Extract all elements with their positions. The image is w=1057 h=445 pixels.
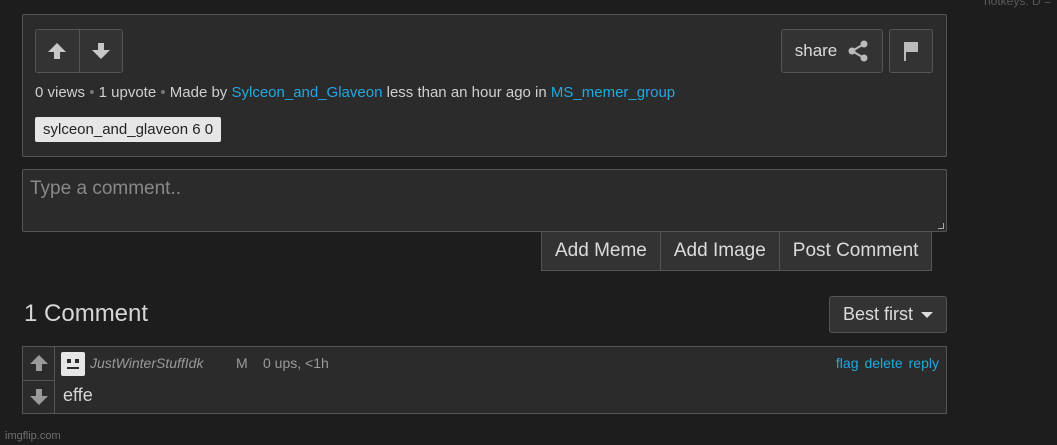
- add-meme-button[interactable]: Add Meme: [541, 231, 661, 271]
- stream-link[interactable]: MS_memer_group: [551, 84, 675, 101]
- comment-links: flag delete reply: [836, 355, 939, 371]
- sort-dropdown[interactable]: Best first: [829, 296, 947, 333]
- comment-stats: 0 ups, <1h: [263, 355, 329, 371]
- comment-input[interactable]: Type a comment..: [22, 169, 947, 232]
- upvote-button[interactable]: [36, 30, 79, 72]
- share-button[interactable]: share: [781, 29, 883, 73]
- arrow-down-icon: [91, 43, 110, 59]
- avatar[interactable]: [61, 352, 85, 376]
- comment-actions: Add Meme Add Image Post Comment: [541, 231, 933, 271]
- author-link[interactable]: Sylceon_and_Glaveon: [231, 84, 382, 101]
- comment-vote-group: [23, 347, 55, 413]
- arrow-up-icon: [29, 355, 48, 372]
- made-by-label: Made by: [169, 84, 228, 101]
- arrow-down-icon: [29, 388, 48, 405]
- comment-upvote-button[interactable]: [23, 347, 54, 380]
- post-tag[interactable]: sylceon_and_glaveon 6 0: [35, 117, 222, 142]
- upvote-count: 1 upvote: [98, 84, 157, 101]
- comment-username[interactable]: JustWinterStuffIdk: [90, 355, 203, 371]
- share-icon: [848, 40, 868, 62]
- post-panel: share 0 views • 1 upvote • Made by Sylce…: [22, 14, 947, 157]
- comment-text: effe: [63, 385, 93, 405]
- flag-link[interactable]: flag: [836, 355, 859, 371]
- hotkeys-hint: hotkeys: D =: [984, 0, 1052, 8]
- share-label: share: [794, 41, 838, 60]
- comment-placeholder: Type a comment..: [30, 178, 182, 199]
- comment-item: JustWinterStuffIdk M 0 ups, <1h flag del…: [22, 346, 947, 414]
- post-time: less than an hour ago in: [386, 84, 547, 101]
- flag-button[interactable]: [889, 29, 933, 73]
- add-image-button[interactable]: Add Image: [660, 231, 780, 271]
- downvote-button[interactable]: [78, 30, 122, 72]
- arrow-up-icon: [48, 43, 67, 59]
- views-count: 0 views: [35, 84, 86, 101]
- reply-link[interactable]: reply: [909, 355, 939, 371]
- post-vote-group: [35, 29, 123, 73]
- post-comment-button[interactable]: Post Comment: [779, 231, 933, 271]
- comment-downvote-button[interactable]: [23, 379, 54, 414]
- chevron-down-icon: [921, 311, 933, 318]
- watermark: imgflip.com: [5, 430, 61, 442]
- comments-count-title: 1 Comment: [24, 300, 149, 327]
- delete-link[interactable]: delete: [864, 355, 902, 371]
- resize-handle[interactable]: [938, 223, 944, 229]
- mod-badge: M: [236, 355, 248, 371]
- post-meta: 0 views • 1 upvote • Made by Sylceon_and…: [35, 84, 676, 101]
- flag-icon: [904, 42, 918, 61]
- sort-label: Best first: [842, 304, 913, 324]
